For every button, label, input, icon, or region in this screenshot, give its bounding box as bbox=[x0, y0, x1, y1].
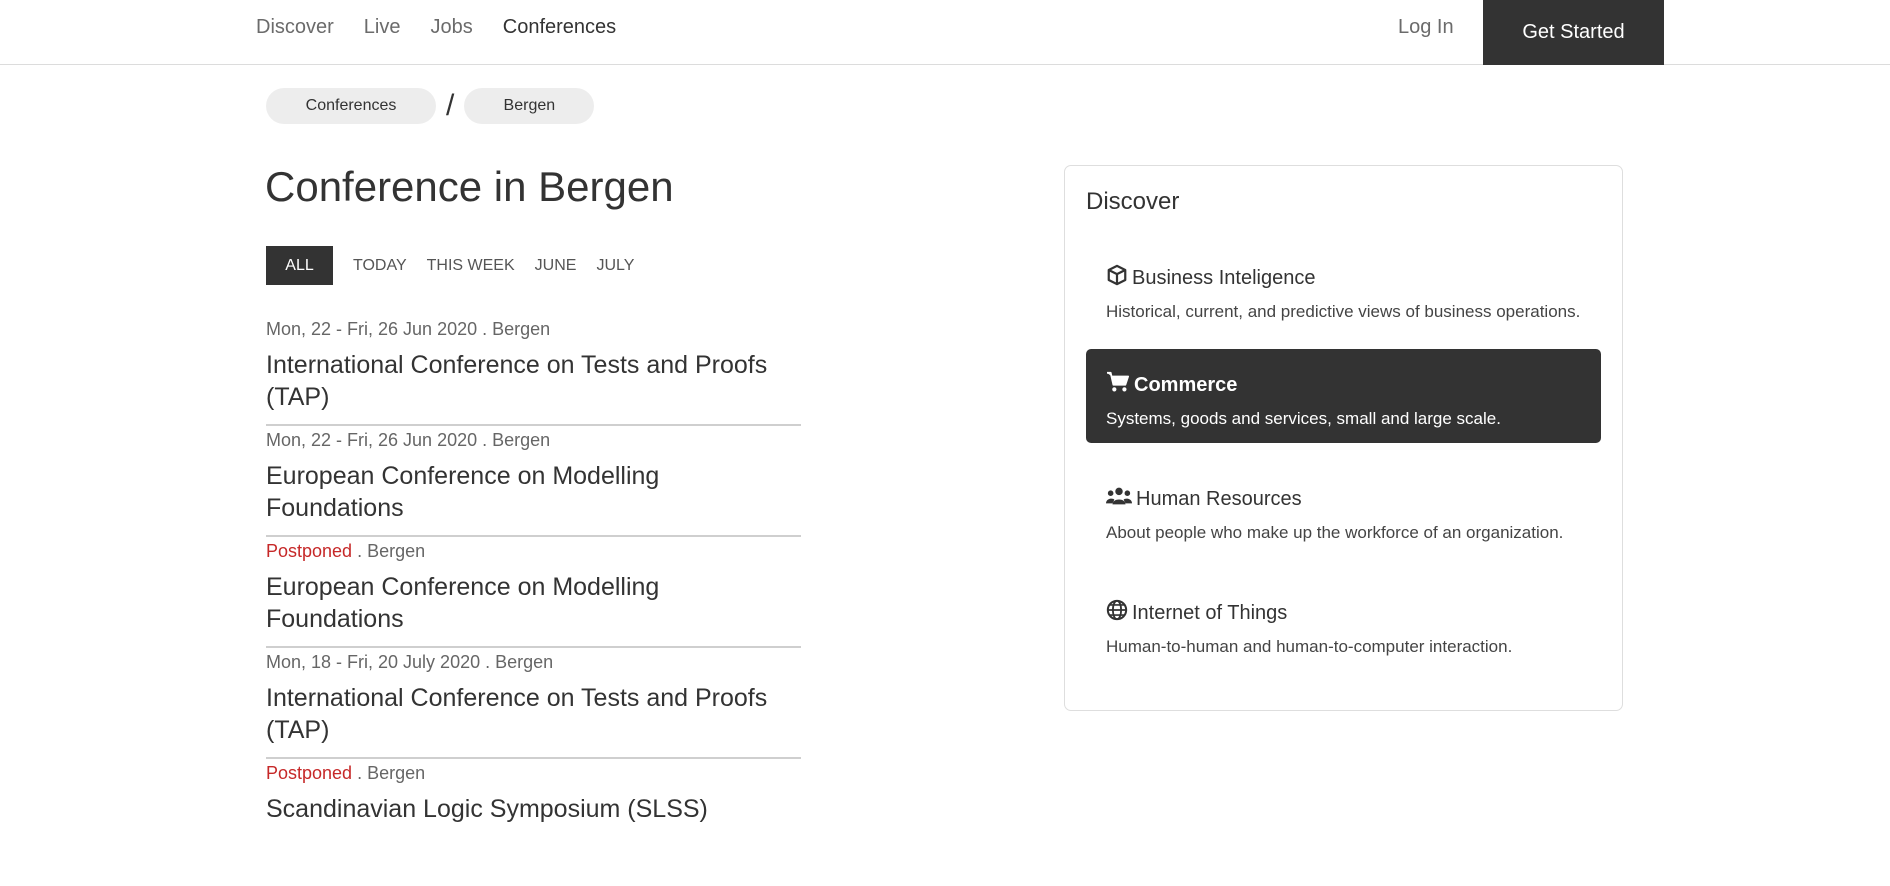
event-item[interactable]: Mon, 22 - Fri, 26 Jun 2020 . Bergen Inte… bbox=[266, 315, 801, 426]
event-list: Mon, 22 - Fri, 26 Jun 2020 . Bergen Inte… bbox=[266, 315, 801, 870]
tab-all[interactable]: ALL bbox=[266, 246, 333, 285]
event-location: . Bergen bbox=[477, 319, 551, 339]
event-title[interactable]: International Conference on Tests and Pr… bbox=[266, 349, 801, 413]
cube-icon bbox=[1106, 264, 1132, 292]
breadcrumb: Conferences / Bergen bbox=[266, 88, 595, 124]
get-started-button[interactable]: Get Started bbox=[1483, 0, 1664, 65]
category-description: Human-to-human and human-to-computer int… bbox=[1106, 637, 1513, 656]
event-date: Mon, 22 - Fri, 26 Jun 2020 bbox=[266, 430, 478, 450]
event-item[interactable]: Postponed . Bergen European Conference o… bbox=[266, 537, 801, 648]
category-business-intelligence[interactable]: Business Inteligence Historical, current… bbox=[1086, 242, 1601, 336]
category-description: Systems, goods and services, small and l… bbox=[1106, 409, 1501, 428]
breadcrumb-bergen[interactable]: Bergen bbox=[464, 88, 595, 124]
category-internet-of-things[interactable]: Internet of Things Human-to-human and hu… bbox=[1086, 577, 1601, 671]
tab-today[interactable]: TODAY bbox=[353, 257, 407, 275]
event-item[interactable]: Postponed . Bergen Scandinavian Logic Sy… bbox=[266, 759, 801, 870]
event-meta: Postponed . Bergen bbox=[266, 539, 801, 563]
category-header: Commerce bbox=[1106, 371, 1601, 399]
breadcrumb-separator: / bbox=[446, 89, 455, 122]
category-commerce[interactable]: Commerce Systems, goods and services, sm… bbox=[1086, 349, 1601, 443]
nav-live[interactable]: Live bbox=[364, 16, 401, 39]
users-icon bbox=[1106, 485, 1136, 513]
globe-icon bbox=[1106, 599, 1132, 627]
event-location: . Bergen bbox=[480, 652, 554, 672]
event-title[interactable]: European Conference on Modelling Foundat… bbox=[266, 571, 801, 635]
filter-tabs: ALL TODAY THIS WEEK JUNE JULY bbox=[266, 246, 654, 285]
shopping-cart-icon bbox=[1106, 371, 1134, 399]
event-meta: Mon, 18 - Fri, 20 July 2020 . Bergen bbox=[266, 650, 801, 674]
event-date: Mon, 22 - Fri, 26 Jun 2020 bbox=[266, 319, 478, 339]
nav-jobs[interactable]: Jobs bbox=[431, 16, 473, 39]
category-header: Human Resources bbox=[1106, 485, 1601, 513]
category-description: Historical, current, and predictive view… bbox=[1106, 302, 1581, 321]
event-title[interactable]: European Conference on Modelling Foundat… bbox=[266, 460, 801, 524]
discover-card: Discover Business Inteligence Historical… bbox=[1064, 165, 1623, 711]
nav-conferences[interactable]: Conferences bbox=[503, 16, 616, 39]
nav-links: Discover Live Jobs Conferences bbox=[256, 0, 646, 54]
tab-july[interactable]: JULY bbox=[596, 257, 634, 275]
event-location: . Bergen bbox=[352, 763, 426, 783]
nav-discover[interactable]: Discover bbox=[256, 16, 334, 39]
event-meta: Mon, 22 - Fri, 26 Jun 2020 . Bergen bbox=[266, 317, 801, 341]
top-nav: Discover Live Jobs Conferences Log In Ge… bbox=[0, 0, 1890, 65]
event-title[interactable]: Scandinavian Logic Symposium (SLSS) bbox=[266, 793, 801, 825]
category-description: About people who make up the workforce o… bbox=[1106, 523, 1564, 542]
event-meta: Mon, 22 - Fri, 26 Jun 2020 . Bergen bbox=[266, 428, 801, 452]
event-status: Postponed bbox=[266, 541, 353, 561]
event-title[interactable]: International Conference on Tests and Pr… bbox=[266, 682, 801, 746]
event-meta: Postponed . Bergen bbox=[266, 761, 801, 785]
category-name: Business Inteligence bbox=[1132, 266, 1316, 289]
category-name: Human Resources bbox=[1136, 487, 1302, 510]
login-link[interactable]: Log In bbox=[1398, 0, 1454, 54]
event-item[interactable]: Mon, 22 - Fri, 26 Jun 2020 . Bergen Euro… bbox=[266, 426, 801, 537]
event-date: Mon, 18 - Fri, 20 July 2020 bbox=[266, 652, 481, 672]
breadcrumb-conferences[interactable]: Conferences bbox=[266, 88, 436, 124]
category-header: Business Inteligence bbox=[1106, 264, 1601, 292]
tab-this-week[interactable]: THIS WEEK bbox=[427, 257, 515, 275]
category-header: Internet of Things bbox=[1106, 599, 1601, 627]
discover-title: Discover bbox=[1086, 188, 1180, 215]
event-status: Postponed bbox=[266, 763, 353, 783]
page-title: Conference in Bergen bbox=[265, 163, 674, 210]
event-item[interactable]: Mon, 18 - Fri, 20 July 2020 . Bergen Int… bbox=[266, 648, 801, 759]
category-human-resources[interactable]: Human Resources About people who make up… bbox=[1086, 463, 1601, 557]
category-name: Commerce bbox=[1134, 373, 1238, 396]
category-name: Internet of Things bbox=[1132, 601, 1288, 624]
event-location: . Bergen bbox=[352, 541, 426, 561]
event-location: . Bergen bbox=[477, 430, 551, 450]
tab-june[interactable]: JUNE bbox=[535, 257, 577, 275]
